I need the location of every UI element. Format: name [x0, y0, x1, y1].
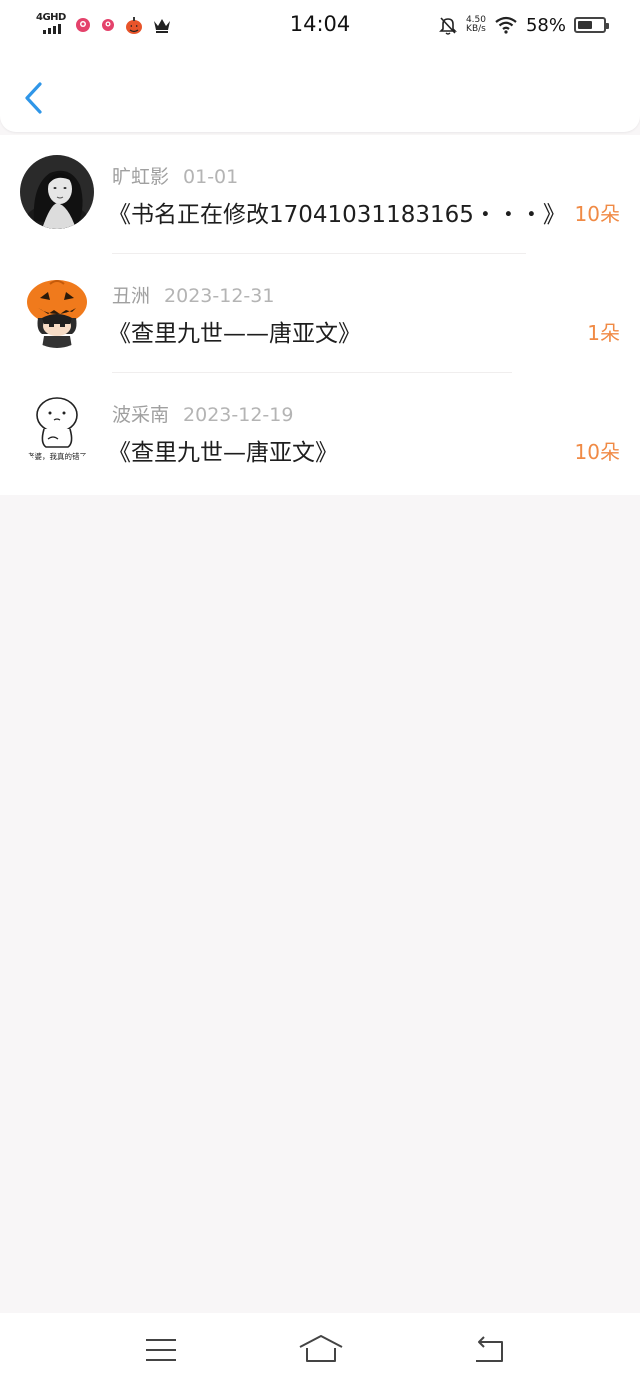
list-item[interactable]: 老婆，我真的错了 波采南 2023-12-19 《查里九世—唐亚文》 10朵	[0, 373, 640, 495]
date: 2023-12-31	[164, 285, 275, 307]
book-title: 《书名正在修改17041031183165・・・》	[108, 202, 566, 228]
menu-button[interactable]	[141, 1333, 181, 1367]
flower-count: 10朵	[574, 440, 620, 464]
battery-percent: 58%	[525, 14, 566, 36]
date: 2023-12-19	[183, 404, 294, 426]
navigation-bar	[0, 1313, 640, 1387]
network-speed: 4.50 KB/s	[465, 15, 486, 34]
avatar[interactable]	[20, 155, 94, 229]
header: 4GHD 14:04 4.50 KB/s 58%	[0, 0, 640, 132]
book-title: 《查里九世——唐亚文》	[108, 321, 361, 347]
item-meta: 丑洲 2023-12-31	[112, 281, 274, 308]
flower-count: 1朵	[587, 321, 620, 345]
back-arrow-icon	[476, 1336, 503, 1362]
list-item[interactable]: 丑洲 2023-12-31 《查里九世——唐亚文》 1朵	[0, 254, 640, 373]
avatar[interactable]: 老婆，我真的错了	[20, 393, 94, 467]
home-button[interactable]	[298, 1333, 344, 1367]
wifi-icon	[495, 16, 517, 34]
list-item[interactable]: 旷虹影 01-01 《书名正在修改17041031183165・・・》 10朵	[0, 135, 640, 254]
avatar[interactable]	[20, 274, 94, 348]
date: 01-01	[183, 166, 239, 188]
flower-count: 10朵	[574, 202, 620, 226]
battery-icon	[574, 17, 609, 33]
gift-record-list: 旷虹影 01-01 《书名正在修改17041031183165・・・》 10朵 丑…	[0, 135, 640, 495]
item-meta: 旷虹影 01-01	[112, 162, 238, 189]
status-right: 4.50 KB/s 58%	[438, 12, 609, 38]
username: 波采南	[112, 404, 170, 426]
status-bar: 4GHD 14:04 4.50 KB/s 58%	[0, 0, 640, 50]
bell-off-icon	[439, 17, 457, 35]
book-title: 《查里九世—唐亚文》	[108, 440, 338, 466]
item-meta: 波采南 2023-12-19	[112, 400, 293, 427]
menu-icon	[146, 1339, 176, 1361]
username: 旷虹影	[112, 166, 170, 188]
back-button[interactable]	[14, 76, 54, 120]
chevron-left-icon	[25, 82, 42, 114]
username: 丑洲	[112, 285, 151, 307]
home-icon	[299, 1335, 343, 1362]
back-nav-button[interactable]	[470, 1333, 510, 1367]
avatar-caption: 老婆，我真的错了	[27, 451, 87, 461]
